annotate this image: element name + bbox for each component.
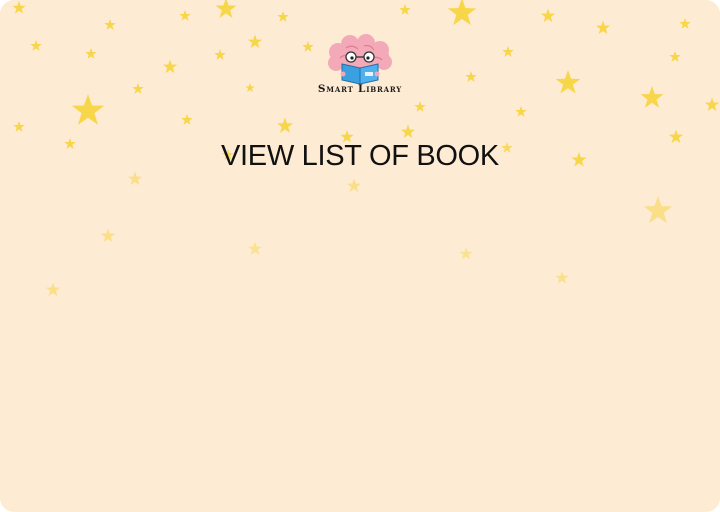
star-icon [643,196,673,224]
star-icon [181,114,193,125]
screen: Smart Library VIEW LIST OF BOOK [0,0,720,512]
star-icon [555,271,569,284]
star-icon [13,121,25,132]
star-icon [179,10,191,21]
star-icon [277,11,289,22]
brain-icon [328,34,392,72]
star-icon [100,228,116,243]
star-icon [447,0,477,26]
star-icon [595,20,611,35]
star-icon [71,94,105,125]
star-icon [276,117,294,133]
star-icon [104,19,116,30]
star-icon [668,129,684,144]
star-icon [215,0,237,18]
star-icon [132,83,144,94]
star-icon [12,1,26,14]
star-icon [640,86,664,108]
page-title: VIEW LIST OF BOOK [221,140,499,172]
star-icon [45,282,61,297]
star-icon [162,59,178,74]
star-icon [459,247,473,260]
star-icon [555,70,581,94]
star-icon [679,18,691,29]
star-icon [346,178,362,193]
star-icon [30,40,42,51]
star-icon [540,8,556,23]
star-icon [669,51,681,62]
star-icon [247,241,263,256]
star-icon [515,106,527,117]
star-icon [502,46,514,57]
star-icon [247,34,263,49]
star-icon [85,48,97,59]
star-icon [704,97,720,112]
brand-name: Smart Library [317,83,403,95]
star-icon [414,101,426,112]
star-icon [465,71,477,82]
star-icon [400,124,416,139]
star-icon [127,171,143,186]
star-icon [399,3,411,15]
star-icon [64,138,76,149]
star-icon [245,83,255,93]
star-icon [214,49,226,60]
